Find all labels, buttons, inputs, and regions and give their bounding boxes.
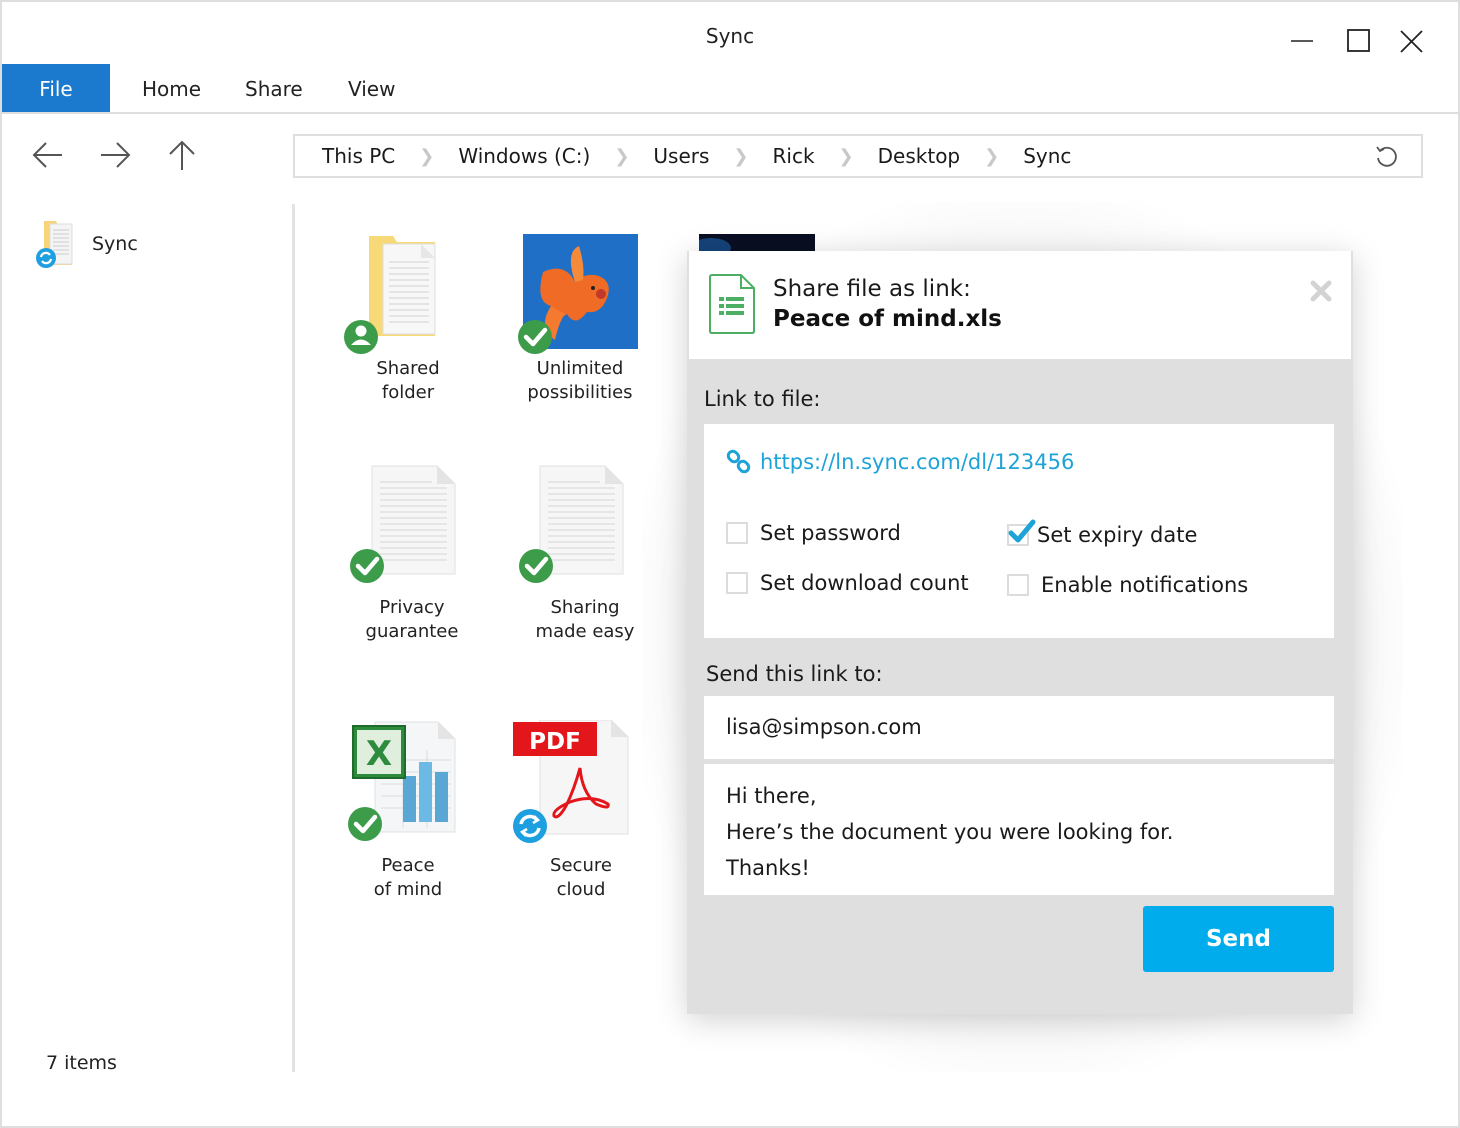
- file-item-secure-cloud[interactable]: PDF Secure cloud: [496, 720, 666, 905]
- chevron-right-icon: ❯: [733, 145, 749, 167]
- ribbon-tabs: File Home Share View: [2, 64, 1458, 114]
- send-button[interactable]: Send: [1143, 906, 1334, 972]
- svg-text:PDF: PDF: [529, 729, 581, 755]
- maximize-icon: [1347, 29, 1370, 52]
- tab-share[interactable]: Share: [245, 64, 303, 112]
- sync-folder-icon: [36, 221, 73, 268]
- synced-badge-icon: [348, 807, 382, 841]
- chevron-right-icon: ❯: [984, 145, 1000, 167]
- breadcrumb-sync[interactable]: Sync: [1023, 144, 1071, 168]
- minimize-icon: [1291, 40, 1313, 42]
- pdf-document-icon: PDF: [513, 720, 629, 843]
- share-link-dialog: Share file as link: Peace of mind.xls Li…: [687, 251, 1353, 1014]
- pane-divider[interactable]: [292, 204, 295, 1072]
- send-link-to-label: Send this link to:: [706, 662, 883, 686]
- tab-view[interactable]: View: [348, 64, 395, 112]
- chevron-right-icon: ❯: [419, 145, 435, 167]
- file-item-shared-folder[interactable]: Shared folder: [323, 232, 493, 407]
- back-button[interactable]: [30, 138, 66, 174]
- message-line: Hi there,: [726, 784, 817, 808]
- close-button[interactable]: [1396, 26, 1426, 56]
- minimize-button[interactable]: [1287, 26, 1317, 56]
- message-textarea[interactable]: Hi there, Here’s the document you were l…: [704, 764, 1334, 895]
- option-label: Set download count: [760, 571, 969, 595]
- synced-badge-icon: [518, 320, 552, 354]
- set-expiry-date-checkbox[interactable]: [1007, 519, 1036, 546]
- syncing-badge-icon: [513, 809, 547, 843]
- file-item-peace-of-mind[interactable]: X Peace of mind: [323, 720, 493, 905]
- arrow-right-icon: [101, 142, 131, 168]
- share-link-url: https://ln.sync.com/dl/123456: [760, 450, 1075, 474]
- file-label: Secure cloud: [550, 855, 612, 900]
- goldfish-image-thumbnail: [518, 234, 638, 354]
- text-document-icon: [350, 465, 456, 583]
- up-button[interactable]: [164, 138, 200, 174]
- window-title: Sync: [705, 24, 755, 48]
- breadcrumb-this-pc[interactable]: This PC: [322, 144, 395, 168]
- set-password-checkbox[interactable]: [726, 522, 748, 544]
- sidebar-item-label: Sync: [92, 233, 138, 255]
- message-line: Here’s the document you were looking for…: [726, 820, 1174, 844]
- address-bar[interactable]: This PC ❯ Windows (C:) ❯ Users ❯ Rick ❯ …: [293, 134, 1423, 178]
- svg-text:X: X: [366, 734, 392, 774]
- dialog-close-button[interactable]: [1309, 279, 1333, 303]
- set-download-count-checkbox[interactable]: [726, 572, 748, 594]
- close-icon: [1310, 280, 1332, 302]
- dialog-header: Share file as link: Peace of mind.xls: [689, 251, 1351, 359]
- tab-file[interactable]: File: [2, 64, 110, 112]
- file-label: Unlimited possibilities: [527, 358, 633, 403]
- navigation-pane: Sync: [2, 197, 294, 1077]
- dialog-heading: Share file as link:: [773, 276, 971, 302]
- option-label: Set expiry date: [1037, 523, 1198, 547]
- option-label: Enable notifications: [1041, 573, 1249, 597]
- arrow-left-icon: [32, 142, 62, 168]
- link-options-panel: https://ln.sync.com/dl/123456 Set passwo…: [704, 424, 1334, 638]
- file-label: Peace of mind: [373, 855, 443, 900]
- file-item-privacy-guarantee[interactable]: Privacy guarantee: [327, 464, 497, 644]
- recipient-email-field[interactable]: lisa@simpson.com: [704, 696, 1334, 759]
- synced-badge-icon: [350, 549, 384, 583]
- file-label: Shared folder: [376, 358, 440, 403]
- file-explorer-window: Sync File Home Share View This PC ❯ Wind…: [0, 0, 1460, 1128]
- spreadsheet-file-icon: [709, 274, 755, 334]
- breadcrumb-desktop[interactable]: Desktop: [878, 144, 960, 168]
- option-set-password[interactable]: Set password: [726, 521, 901, 545]
- close-icon: [1400, 30, 1423, 53]
- item-count: 7 items: [46, 1052, 117, 1074]
- file-label: Privacy guarantee: [365, 597, 459, 642]
- dialog-filename: Peace of mind.xls: [773, 306, 1002, 332]
- share-link[interactable]: https://ln.sync.com/dl/123456: [726, 449, 1074, 475]
- checkmark-icon: [1008, 519, 1036, 543]
- link-icon: [726, 449, 751, 474]
- option-set-expiry-date[interactable]: Set expiry date: [1007, 519, 1198, 547]
- arrow-up-icon: [169, 140, 195, 170]
- option-set-download-count[interactable]: Set download count: [726, 571, 969, 595]
- chevron-right-icon: ❯: [614, 145, 630, 167]
- breadcrumb: This PC ❯ Windows (C:) ❯ Users ❯ Rick ❯ …: [322, 136, 1071, 176]
- synced-badge-icon: [519, 549, 553, 583]
- refresh-icon: [1376, 146, 1397, 167]
- message-line: Thanks!: [726, 856, 810, 880]
- link-to-file-label: Link to file:: [704, 387, 821, 411]
- option-label: Set password: [760, 521, 901, 545]
- maximize-button[interactable]: [1344, 26, 1374, 56]
- breadcrumb-windows-c[interactable]: Windows (C:): [458, 144, 590, 168]
- refresh-button[interactable]: [1373, 143, 1401, 171]
- title-bar: Sync: [2, 2, 1458, 64]
- enable-notifications-checkbox[interactable]: [1007, 574, 1029, 596]
- forward-button[interactable]: [97, 138, 133, 174]
- breadcrumb-rick[interactable]: Rick: [773, 144, 815, 168]
- shared-folder-icon: [344, 236, 436, 354]
- option-enable-notifications[interactable]: Enable notifications: [1007, 573, 1248, 597]
- chevron-right-icon: ❯: [838, 145, 854, 167]
- sidebar-item-sync[interactable]: Sync: [34, 207, 254, 268]
- sync-badge-icon: [36, 248, 56, 268]
- shared-user-badge-icon: [344, 320, 378, 354]
- file-item-unlimited-possibilities[interactable]: Unlimited possibilities: [495, 232, 665, 407]
- breadcrumb-users[interactable]: Users: [653, 144, 709, 168]
- excel-spreadsheet-icon: X: [348, 721, 456, 841]
- tab-home[interactable]: Home: [142, 64, 201, 112]
